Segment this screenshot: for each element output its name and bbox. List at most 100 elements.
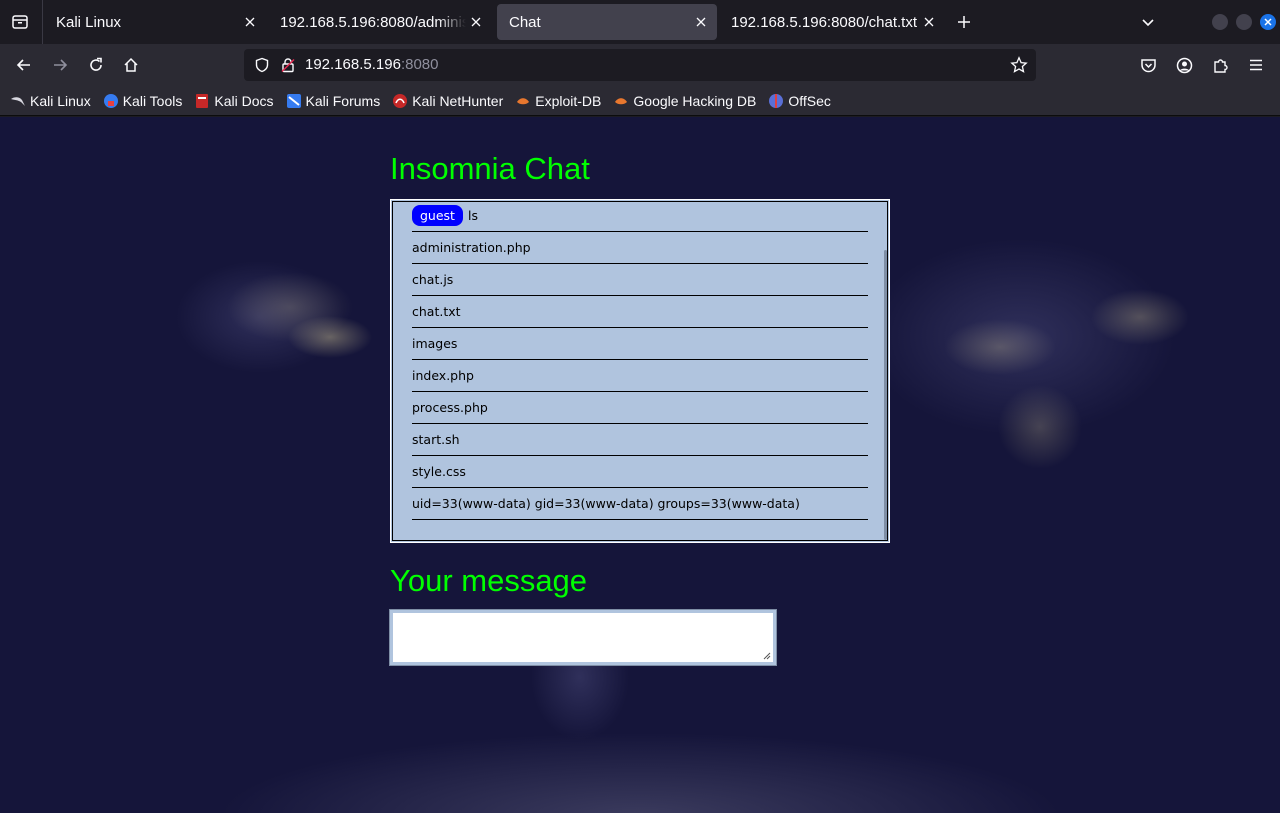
bookmark-label: Kali Forums xyxy=(305,92,381,109)
chat-message: administration.php xyxy=(412,232,868,264)
insecure-lock-icon[interactable] xyxy=(278,55,298,75)
tab-title: Chat xyxy=(509,13,541,31)
message-text: ls xyxy=(467,208,478,223)
reload-button[interactable] xyxy=(84,53,108,77)
shield-icon[interactable] xyxy=(252,55,272,75)
bookmark-label: Kali Tools xyxy=(122,92,183,109)
resize-grip-icon[interactable] xyxy=(761,650,771,660)
chat-log[interactable]: guest ls administration.php chat.js chat… xyxy=(390,199,890,543)
kali-nethunter-icon xyxy=(392,93,408,109)
user-badge: guest xyxy=(412,205,463,226)
kali-docs-icon xyxy=(194,93,210,109)
home-button[interactable] xyxy=(119,53,143,77)
message-text: style.css xyxy=(412,464,466,479)
home-icon xyxy=(124,57,138,72)
ghdb-icon xyxy=(613,93,629,109)
bookmark-kali-forums[interactable]: Kali Forums xyxy=(286,92,381,109)
chevron-down-icon xyxy=(1142,19,1154,27)
account-button[interactable] xyxy=(1172,53,1196,77)
tab-strip: Kali Linux 192.168.5.196:8080/administra… xyxy=(0,0,1280,44)
forward-button[interactable] xyxy=(48,53,72,77)
message-text: images xyxy=(412,336,458,351)
list-all-tabs-button[interactable] xyxy=(1136,10,1160,34)
bookmark-kali-docs[interactable]: Kali Docs xyxy=(194,92,274,109)
app-menu-button[interactable] xyxy=(1244,53,1268,77)
maximize-button[interactable] xyxy=(1236,14,1252,30)
bookmark-label: Exploit-DB xyxy=(535,92,602,109)
bookmark-kali-nethunter[interactable]: Kali NetHunter xyxy=(392,93,503,109)
message-text: uid=33(www-data) gid=33(www-data) groups… xyxy=(412,496,800,511)
chat-scrollbar[interactable] xyxy=(884,250,887,540)
chat-message: style.css xyxy=(412,456,868,488)
message-text: index.php xyxy=(412,368,474,383)
url-text[interactable]: 192.168.5.196:8080 xyxy=(305,56,438,73)
chat-message: guest ls xyxy=(412,200,868,232)
chat-message: start.sh xyxy=(412,424,868,456)
message-text: start.sh xyxy=(412,432,460,447)
bookmark-label: Kali NetHunter xyxy=(412,92,504,109)
pocket-button[interactable] xyxy=(1136,53,1160,77)
extensions-button[interactable] xyxy=(1208,53,1232,77)
tab-kali-linux[interactable]: Kali Linux xyxy=(44,4,266,40)
tab-title: Kali Linux xyxy=(56,13,122,31)
navigation-toolbar: 192.168.5.196:8080 xyxy=(0,44,1280,86)
bookmark-google-hacking-db[interactable]: Google Hacking DB xyxy=(613,93,756,109)
message-input[interactable] xyxy=(389,609,777,666)
close-icon[interactable] xyxy=(919,12,939,32)
bookmark-star-icon[interactable] xyxy=(1008,54,1030,76)
bookmark-offsec[interactable]: OffSec xyxy=(768,93,831,109)
tab-chat[interactable]: Chat xyxy=(497,4,717,40)
message-text: chat.txt xyxy=(412,304,461,319)
url-bar[interactable]: 192.168.5.196:8080 xyxy=(244,49,1036,81)
close-icon[interactable] xyxy=(240,12,260,32)
tab-chat-txt[interactable]: 192.168.5.196:8080/chat.txt xyxy=(719,4,945,40)
tab-administration[interactable]: 192.168.5.196:8080/administration.php xyxy=(268,4,492,40)
chat-message: chat.txt xyxy=(412,296,868,328)
back-button[interactable] xyxy=(12,53,36,77)
tab-title: 192.168.5.196:8080/chat.txt xyxy=(731,13,917,31)
url-host: 192.168.5.196 xyxy=(305,56,401,73)
bookmark-label: OffSec xyxy=(788,92,831,109)
pocket-icon xyxy=(1140,58,1156,72)
url-port: :8080 xyxy=(400,56,439,73)
hamburger-menu-icon xyxy=(1250,59,1262,71)
message-heading: Your message xyxy=(390,563,588,598)
kali-forums-icon xyxy=(286,93,302,109)
arrow-right-icon xyxy=(54,59,68,71)
firefox-view-button[interactable] xyxy=(8,10,32,34)
close-icon xyxy=(1264,18,1272,26)
bookmark-exploit-db[interactable]: Exploit-DB xyxy=(515,93,601,109)
reload-icon xyxy=(90,57,102,71)
kali-dragon-icon xyxy=(10,93,26,109)
chat-message: process.php xyxy=(412,392,868,424)
page-title: Insomnia Chat xyxy=(390,151,590,186)
page-content: Insomnia Chat guest ls administration.ph… xyxy=(0,117,1280,813)
chat-message: chat.js xyxy=(412,264,868,296)
message-text: chat.js xyxy=(412,272,454,287)
arrow-left-icon xyxy=(16,59,30,71)
bookmark-kali-tools[interactable]: Kali Tools xyxy=(103,92,183,109)
close-icon[interactable] xyxy=(466,12,486,32)
message-text: process.php xyxy=(412,400,488,415)
plus-icon xyxy=(958,16,970,28)
kali-tools-icon xyxy=(103,93,119,109)
firefox-view-icon xyxy=(12,15,28,29)
bookmark-label: Kali Docs xyxy=(214,92,274,109)
chat-message: images xyxy=(412,328,868,360)
bookmark-label: Kali Linux xyxy=(30,92,91,109)
bookmark-label: Google Hacking DB xyxy=(633,92,757,109)
chat-message: uid=33(www-data) gid=33(www-data) groups… xyxy=(412,488,868,520)
message-text: administration.php xyxy=(412,240,531,255)
window-close-button[interactable] xyxy=(1260,14,1276,30)
chat-message: index.php xyxy=(412,360,868,392)
account-icon xyxy=(1176,57,1192,73)
tab-title: 192.168.5.196:8080/administration.php xyxy=(280,13,466,31)
puzzle-icon xyxy=(1213,58,1228,73)
new-tab-button[interactable] xyxy=(952,10,976,34)
bookmarks-toolbar: Kali Linux Kali Tools Kali Docs Kali For… xyxy=(0,86,1280,116)
bookmark-kali-linux[interactable]: Kali Linux xyxy=(10,93,91,109)
exploit-db-icon xyxy=(515,93,531,109)
offsec-icon xyxy=(768,93,784,109)
minimize-button[interactable] xyxy=(1212,14,1228,30)
close-icon[interactable] xyxy=(691,12,711,32)
